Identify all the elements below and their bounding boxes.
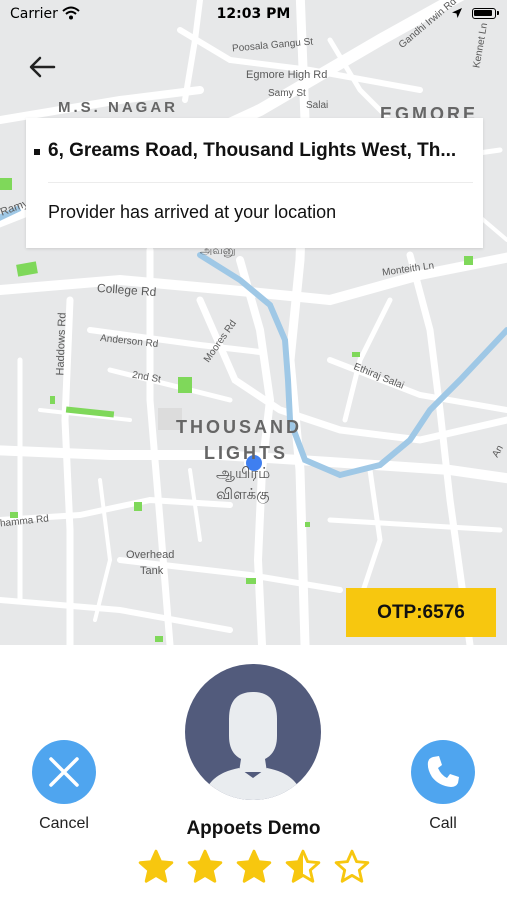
map-label-street: Haddows Rd <box>54 312 69 376</box>
driver-name: Appoets Demo <box>186 818 321 839</box>
status-bar: Carrier 12:03 PM <box>0 0 507 30</box>
status-time: 12:03 PM <box>216 6 291 22</box>
phone-icon <box>427 756 459 787</box>
map-label-street: Salai <box>306 100 329 111</box>
star-filled-icon <box>236 849 272 883</box>
map-label-landmark: Overhead <box>126 549 175 561</box>
map-label-ms-nagar: M.S. NAGAR <box>58 99 178 116</box>
map-label-street: Egmore High Rd <box>246 69 328 81</box>
map-view[interactable]: M.S. NAGAR EGMORE Poosala Gangu St Egmor… <box>0 0 507 645</box>
divider <box>48 182 473 183</box>
map-label-street: Samy St <box>268 88 306 99</box>
address-row: 6, Greams Road, Thousand Lights West, Th… <box>34 140 474 164</box>
trip-info-card: 6, Greams Road, Thousand Lights West, Th… <box>26 118 483 248</box>
cancel-button[interactable] <box>32 740 96 804</box>
driver-avatar <box>185 664 321 800</box>
star-filled-icon <box>138 849 174 883</box>
map-label-tamil: விளக்கு <box>216 486 270 503</box>
bullet-icon <box>34 149 40 155</box>
trip-status-message: Provider has arrived at your location <box>48 202 337 222</box>
star-filled-icon <box>187 849 223 883</box>
location-arrow-icon <box>452 8 462 18</box>
back-button[interactable] <box>26 52 60 82</box>
map-label-thousand-lights: THOUSAND <box>176 417 302 437</box>
map-label-thousand-lights: LIGHTS <box>204 443 288 463</box>
star-empty-icon <box>334 849 370 883</box>
star-half-icon <box>285 849 321 883</box>
otp-badge: OTP:6576 <box>346 588 496 637</box>
arrow-left-icon <box>29 56 56 78</box>
battery-icon <box>472 8 499 19</box>
close-icon <box>49 757 79 787</box>
user-silhouette-icon <box>203 692 303 800</box>
driver-rating <box>137 848 373 888</box>
map-label-landmark: Tank <box>140 565 164 577</box>
map-label-tamil: ஆயிரம் <box>216 465 271 482</box>
pickup-address: 6, Greams Road, Thousand Lights West, Th… <box>48 140 457 161</box>
map-streets <box>0 0 507 645</box>
call-button[interactable] <box>411 740 475 804</box>
